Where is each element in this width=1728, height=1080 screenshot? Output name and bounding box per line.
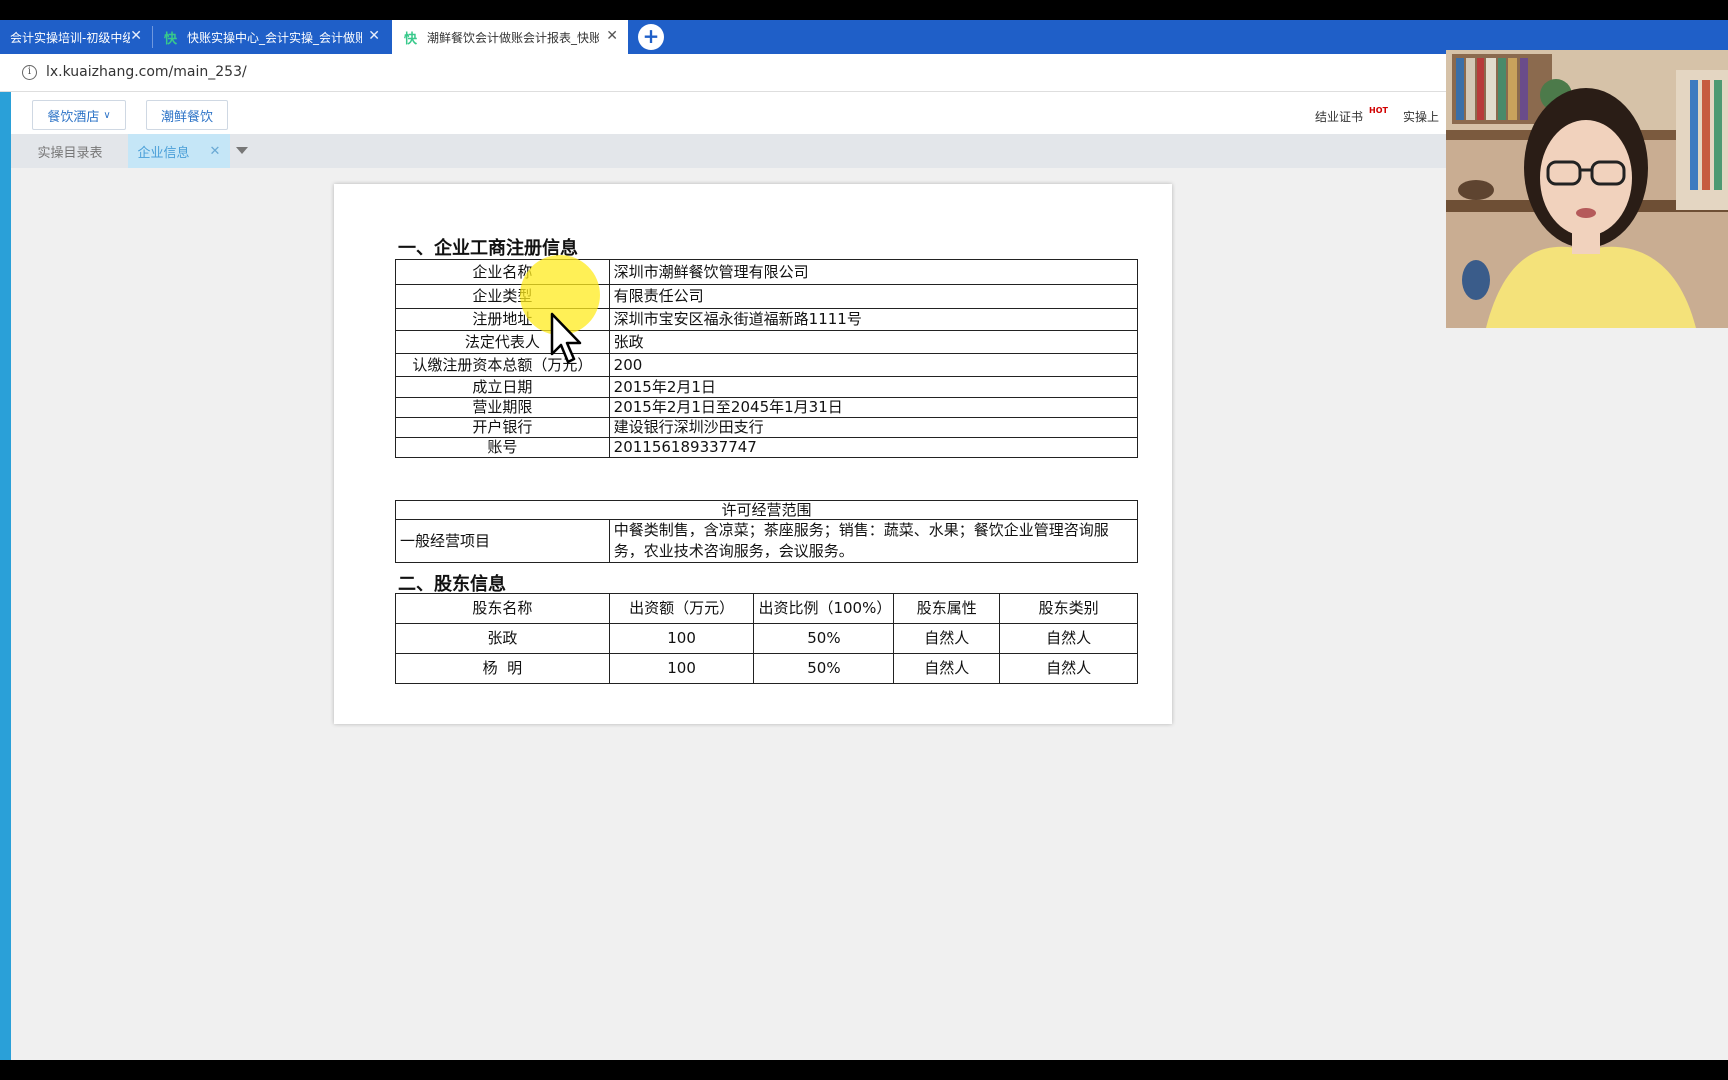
bottom-black-strip <box>0 1060 1728 1080</box>
browser-tab-title: 快账实操中心_会计实操_会计做账 <box>187 30 363 45</box>
row-value: 有限责任公司 <box>608 284 1139 309</box>
browser-tab-title: 潮鲜餐饮会计做账会计报表_快账 <box>427 30 600 45</box>
screen: 会计实操培训-初级中级 ✕ 快 快账实操中心_会计实操_会计做账 ✕ 快 潮鲜餐… <box>0 20 1728 1060</box>
table-cell: 杨 明 <box>395 653 610 684</box>
browser-tab-title: 会计实操培训-初级中级 <box>10 30 130 45</box>
hot-badge: HOT <box>1369 106 1388 115</box>
registration-table: 企业名称 深圳市潮鲜餐饮管理有限公司 企业类型 有限责任公司 注册地址 深圳市宝安区福… <box>395 259 1139 458</box>
close-icon[interactable]: ✕ <box>130 28 142 44</box>
company-button[interactable]: 潮鲜餐饮 <box>146 100 228 130</box>
row-key: 开户银行 <box>395 417 610 438</box>
left-accent-bar <box>0 92 11 1060</box>
table-cell: 100 <box>608 623 755 654</box>
plus-icon[interactable]: + <box>638 24 664 50</box>
column-header: 出资额（万元） <box>608 593 755 624</box>
industry-select[interactable]: 餐饮酒店 ∨ <box>32 100 126 130</box>
tab-label: 企业信息 <box>137 145 190 161</box>
row-value: 2015年2月1日 <box>608 376 1139 398</box>
row-value: 200 <box>608 353 1139 377</box>
table-row: 一般经营项目 中餐类制售，含凉菜；茶座服务；销售：蔬菜、水果；餐饮企业管理咨询服务… <box>395 519 1139 563</box>
row-value: 201156189337747 <box>608 437 1139 458</box>
table-cell: 自然人 <box>893 653 1001 684</box>
table-header-row: 股东名称 出资额（万元） 出资比例（100%） 股东属性 股东类别 <box>395 593 1138 624</box>
row-value: 2015年2月1日至2045年1月31日 <box>608 397 1139 418</box>
shareholder-table: 股东名称 出资额（万元） 出资比例（100%） 股东属性 股东类别 张政 100… <box>395 593 1138 684</box>
table-cell: 100 <box>608 653 755 684</box>
table-row: 企业类型 有限责任公司 <box>395 284 1139 309</box>
table-row: 张政 100 50% 自然人 自然人 <box>395 623 1138 654</box>
table-row: 营业期限 2015年2月1日至2045年1月31日 <box>395 397 1139 418</box>
url-text[interactable]: lx.kuaizhang.com/main_253/ <box>46 64 247 80</box>
chevron-down-icon: ∨ <box>103 109 111 121</box>
close-icon[interactable]: ✕ <box>210 144 221 159</box>
browser-tab[interactable]: 会计实操培训-初级中级 ✕ <box>0 20 152 54</box>
table-row: 法定代表人 张政 <box>395 330 1139 354</box>
table-row: 成立日期 2015年2月1日 <box>395 376 1139 398</box>
chevron-down-icon[interactable] <box>236 147 248 154</box>
kuaizhang-logo-icon: 快 <box>164 31 178 47</box>
scope-header: 许可经营范围 <box>395 500 1138 520</box>
close-icon[interactable]: ✕ <box>368 28 380 44</box>
tab-practice-catalog[interactable]: 实操目录表 <box>22 134 118 168</box>
table-cell: 自然人 <box>893 623 1001 654</box>
company-info-document: 一、企业工商注册信息 企业名称 深圳市潮鲜餐饮管理有限公司 企业类型 有限责任公司 … <box>334 184 1172 724</box>
tab-label: 实操目录表 <box>37 145 103 161</box>
table-cell: 自然人 <box>999 653 1138 684</box>
webcam-overlay <box>1446 50 1728 328</box>
row-value: 深圳市宝安区福永街道福新路1111号 <box>608 308 1139 331</box>
business-scope-table: 许可经营范围 一般经营项目 中餐类制售，含凉菜；茶座服务；销售：蔬菜、水果；餐饮企… <box>395 500 1139 563</box>
scope-key: 一般经营项目 <box>395 519 610 563</box>
table-row: 企业名称 深圳市潮鲜餐饮管理有限公司 <box>395 259 1139 285</box>
table-row: 账号 201156189337747 <box>395 437 1139 458</box>
row-value: 张政 <box>608 330 1139 354</box>
info-icon[interactable]: i <box>22 65 37 80</box>
close-icon[interactable]: ✕ <box>606 28 618 44</box>
row-value: 建设银行深圳沙田支行 <box>608 417 1139 438</box>
browser-tab[interactable]: 快 快账实操中心_会计实操_会计做账 ✕ <box>152 20 390 54</box>
table-row: 注册地址 深圳市宝安区福永街道福新路1111号 <box>395 308 1139 331</box>
column-header: 股东属性 <box>893 593 1001 624</box>
column-header: 出资比例（100%） <box>753 593 895 624</box>
column-header: 股东名称 <box>395 593 610 624</box>
kuaizhang-logo-icon: 快 <box>404 31 418 47</box>
table-row: 认缴注册资本总额（万元） 200 <box>395 353 1139 377</box>
table-row: 杨 明 100 50% 自然人 自然人 <box>395 653 1138 684</box>
browser-tab-strip: 会计实操培训-初级中级 ✕ 快 快账实操中心_会计实操_会计做账 ✕ 快 潮鲜餐… <box>0 20 1728 54</box>
row-key: 营业期限 <box>395 397 610 418</box>
presenter-video-image <box>1446 50 1728 328</box>
company-button-label: 潮鲜餐饮 <box>160 109 213 125</box>
table-cell: 张政 <box>395 623 610 654</box>
column-header: 股东类别 <box>999 593 1138 624</box>
tab-company-info[interactable]: 企业信息 ✕ <box>128 134 230 168</box>
practice-link[interactable]: 实操上 <box>1403 108 1439 125</box>
scope-value: 中餐类制售，含凉菜；茶座服务；销售：蔬菜、水果；餐饮企业管理咨询服务，农业技术咨… <box>608 519 1139 563</box>
browser-tab-active[interactable]: 快 潮鲜餐饮会计做账会计报表_快账 ✕ <box>392 20 628 54</box>
row-value: 深圳市潮鲜餐饮管理有限公司 <box>608 259 1139 285</box>
certificate-link[interactable]: 结业证书 <box>1315 108 1363 125</box>
industry-select-label: 餐饮酒店 <box>47 109 100 125</box>
mouse-pointer-icon <box>550 312 582 364</box>
row-key: 成立日期 <box>395 376 610 398</box>
table-row: 开户银行 建设银行深圳沙田支行 <box>395 417 1139 438</box>
table-cell: 50% <box>753 623 895 654</box>
table-row: 许可经营范围 <box>395 500 1138 520</box>
row-key: 账号 <box>395 437 610 458</box>
table-cell: 50% <box>753 653 895 684</box>
table-cell: 自然人 <box>999 623 1138 654</box>
